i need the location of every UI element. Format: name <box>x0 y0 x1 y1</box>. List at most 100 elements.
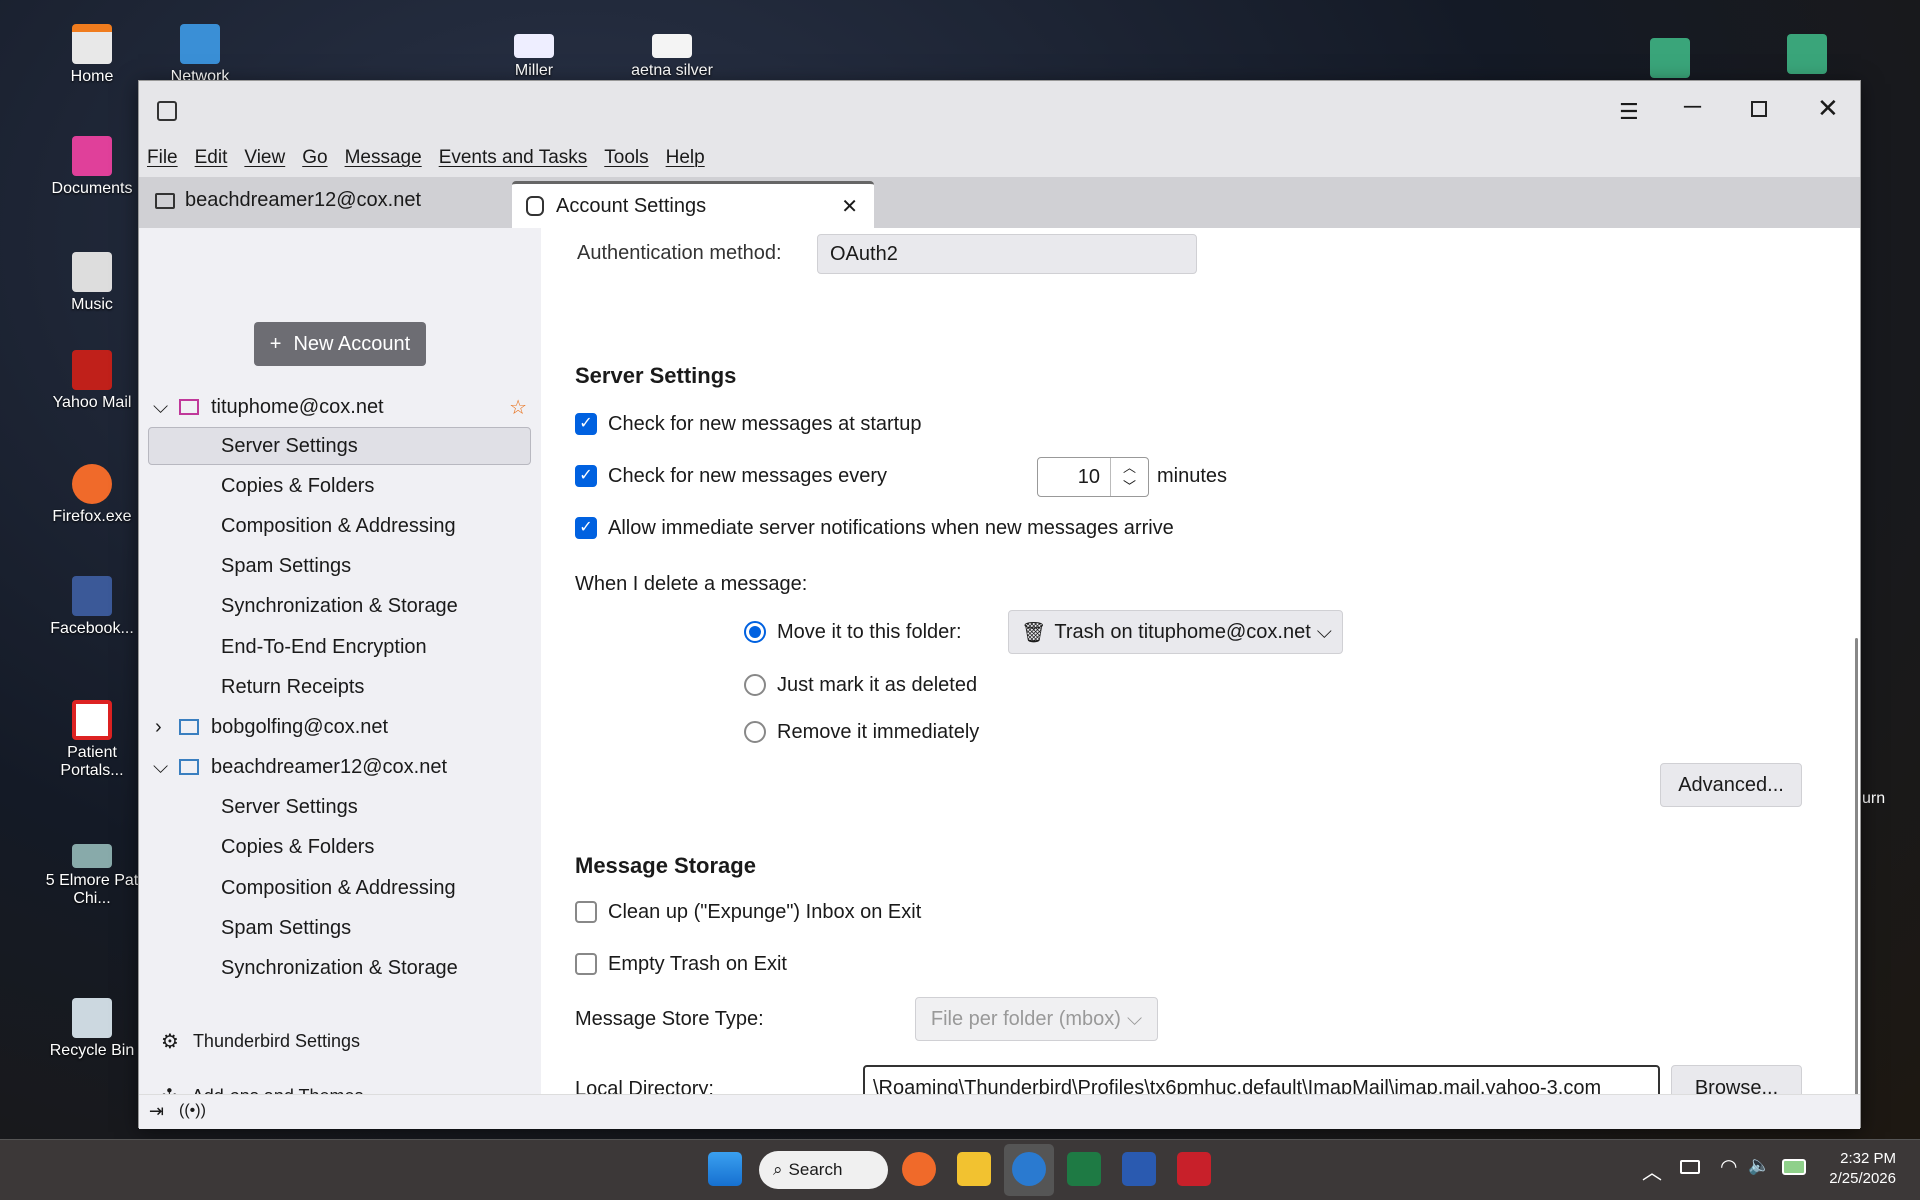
wifi-icon[interactable]: ◠ <box>1720 1154 1737 1179</box>
move-to-folder-label: Move it to this folder: <box>777 621 962 644</box>
desktop-icon-elmore[interactable]: 5 Elmore Pat Chi... <box>42 844 142 908</box>
mark-deleted-radio[interactable] <box>744 674 766 696</box>
desktop-icon-tree-2[interactable] <box>1787 34 1827 74</box>
desktop-icon-facebook[interactable]: Facebook... <box>42 576 142 638</box>
desktop-icon-documents[interactable]: Documents <box>42 136 142 198</box>
file-explorer-taskbar-icon[interactable] <box>957 1152 991 1186</box>
desktop-icon-tree-1[interactable] <box>1650 38 1690 78</box>
maximize-button[interactable] <box>1751 101 1767 117</box>
menu-view[interactable]: View <box>244 147 285 169</box>
account-settings-icon <box>526 196 544 216</box>
sidebar-item-server-settings[interactable]: Server Settings <box>139 426 541 466</box>
plus-icon: + <box>270 333 282 356</box>
mark-deleted-label: Just mark it as deleted <box>777 674 977 697</box>
account-tituphome[interactable]: ⌵tituphome@cox.net☆ <box>139 387 541 427</box>
desktop-icon-patient-portals[interactable]: Patient Portals... <box>42 700 142 780</box>
sidebar-item-sync-2[interactable]: Synchronization & Storage <box>139 948 541 982</box>
sidebar-item-sync[interactable]: Synchronization & Storage <box>139 586 541 626</box>
app-menu-icon[interactable]: ☰ <box>1619 99 1639 125</box>
spinner-arrows-icon[interactable]: ︿﹀ <box>1110 458 1148 496</box>
sidebar-item-copies-folders-2[interactable]: Copies & Folders <box>139 827 541 867</box>
desktop-icon-network[interactable]: Network <box>150 24 250 84</box>
keyboard-icon[interactable] <box>1680 1160 1700 1174</box>
desktop-icon-aetna[interactable]: aetna silver <box>622 34 722 82</box>
tray-chevron-icon[interactable]: ︿ <box>1642 1156 1662 1185</box>
account-bobgolfing[interactable]: ›bobgolfing@cox.net <box>139 707 541 747</box>
taskbar-search[interactable]: ⌕Search <box>759 1151 888 1189</box>
chevron-down-icon: ⌵ <box>1127 1008 1142 1031</box>
sidebar-item-receipts[interactable]: Return Receipts <box>139 667 541 707</box>
online-status-icon[interactable]: ((•)) <box>179 1102 206 1120</box>
volume-icon[interactable]: 🔈 <box>1748 1155 1770 1176</box>
advanced-button[interactable]: Advanced... <box>1660 763 1802 807</box>
account-tree: +New Account ⌵tituphome@cox.net☆ Server … <box>139 228 541 1094</box>
start-button[interactable] <box>708 1152 742 1186</box>
firefox-taskbar-icon[interactable] <box>902 1152 936 1186</box>
account-beachdreamer12[interactable]: ⌵beachdreamer12@cox.net <box>139 747 541 787</box>
check-every-checkbox[interactable]: ✓ <box>575 465 597 487</box>
menu-tools[interactable]: Tools <box>604 147 648 169</box>
sidebar-item-server-settings-2[interactable]: Server Settings <box>139 787 541 827</box>
expunge-checkbox[interactable] <box>575 901 597 923</box>
clock[interactable]: 2:32 PM2/25/2026 <box>1820 1149 1896 1189</box>
server-settings-heading: Server Settings <box>575 363 736 389</box>
check-interval-input[interactable]: 10︿﹀ <box>1037 457 1149 497</box>
sidebar-item-composition[interactable]: Composition & Addressing <box>139 506 541 546</box>
empty-trash-checkbox[interactable] <box>575 953 597 975</box>
menu-edit[interactable]: Edit <box>195 147 228 169</box>
store-type-select[interactable]: File per folder (mbox)⌵ <box>915 997 1158 1041</box>
remove-immediately-radio[interactable] <box>744 721 766 743</box>
menu-go[interactable]: Go <box>302 147 327 169</box>
taskbar: ⌕Search ︿ ◠ 🔈 2:32 PM2/25/2026 <box>0 1139 1920 1200</box>
desktop-icon-firefox[interactable]: Firefox.exe <box>42 464 142 526</box>
minutes-label: minutes <box>1157 465 1227 488</box>
desktop-icon-miller[interactable]: Miller <box>484 34 584 82</box>
chevron-down-icon: ⌵ <box>153 396 179 419</box>
chevron-right-icon: › <box>155 716 179 739</box>
close-tab-icon[interactable]: ✕ <box>841 194 858 219</box>
check-startup-checkbox[interactable]: ✓ <box>575 413 597 435</box>
chevron-down-icon: ⌵ <box>153 756 179 779</box>
thunderbird-taskbar-icon[interactable] <box>1012 1152 1046 1186</box>
browse-button[interactable]: Browse... <box>1671 1065 1802 1094</box>
menu-message[interactable]: Message <box>345 147 422 169</box>
default-star-icon: ☆ <box>509 395 527 420</box>
battery-icon[interactable] <box>1782 1159 1806 1175</box>
sidebar-item-composition-2[interactable]: Composition & Addressing <box>139 868 541 908</box>
desktop-icon-recycle-bin[interactable]: Recycle Bin <box>42 998 142 1060</box>
excel-taskbar-icon[interactable] <box>1067 1152 1101 1186</box>
collapse-pane-icon[interactable]: ⇥ <box>149 1101 164 1122</box>
menu-events-tasks[interactable]: Events and Tasks <box>439 147 588 169</box>
sidebar-item-copies-folders[interactable]: Copies & Folders <box>139 466 541 506</box>
thunderbird-settings-link[interactable]: ⚙Thunderbird Settings <box>139 1021 541 1061</box>
minimize-button[interactable]: ─ <box>1684 93 1701 121</box>
menu-file[interactable]: File <box>147 147 178 169</box>
desktop-edge-text: urn <box>1862 790 1885 808</box>
local-dir-input[interactable]: \Roaming\Thunderbird\Profiles\tx6pmhuc.d… <box>863 1065 1660 1094</box>
menu-help[interactable]: Help <box>666 147 705 169</box>
scrollbar[interactable] <box>1855 638 1858 1094</box>
allow-notify-checkbox[interactable]: ✓ <box>575 517 597 539</box>
tab-mail[interactable]: beachdreamer12@cox.net <box>155 189 421 212</box>
desktop-icon-music[interactable]: Music <box>42 252 142 314</box>
auth-method-select[interactable]: OAuth2 <box>817 234 1197 274</box>
sidebar-item-spam-2[interactable]: Spam Settings <box>139 908 541 948</box>
sidebar-item-e2e[interactable]: End-To-End Encryption <box>139 627 541 667</box>
new-account-button[interactable]: +New Account <box>254 322 426 366</box>
close-window-button[interactable]: ✕ <box>1817 93 1839 124</box>
search-icon: ⌕ <box>773 1160 783 1180</box>
mcafee-taskbar-icon[interactable] <box>1177 1152 1211 1186</box>
thunderbird-window: ☰ ─ ✕ File Edit View Go Message Events a… <box>138 80 1861 1128</box>
trash-folder-select[interactable]: 🗑Trash on tituphome@cox.net⌵ <box>1008 610 1343 654</box>
expunge-label: Clean up ("Expunge") Inbox on Exit <box>608 901 921 924</box>
desktop-icon-home[interactable]: Home <box>42 24 142 86</box>
word-taskbar-icon[interactable] <box>1122 1152 1156 1186</box>
move-to-folder-radio[interactable] <box>744 621 766 643</box>
sidebar-item-spam[interactable]: Spam Settings <box>139 546 541 586</box>
sidebar-toggle-icon[interactable] <box>157 101 177 121</box>
desktop-icon-yahoo-mail[interactable]: Yahoo Mail <box>42 350 142 412</box>
gear-icon: ⚙ <box>161 1029 179 1054</box>
mail-account-icon <box>179 719 199 735</box>
menu-bar: File Edit View Go Message Events and Tas… <box>139 139 1860 177</box>
tab-account-settings[interactable]: Account Settings ✕ <box>512 181 874 228</box>
